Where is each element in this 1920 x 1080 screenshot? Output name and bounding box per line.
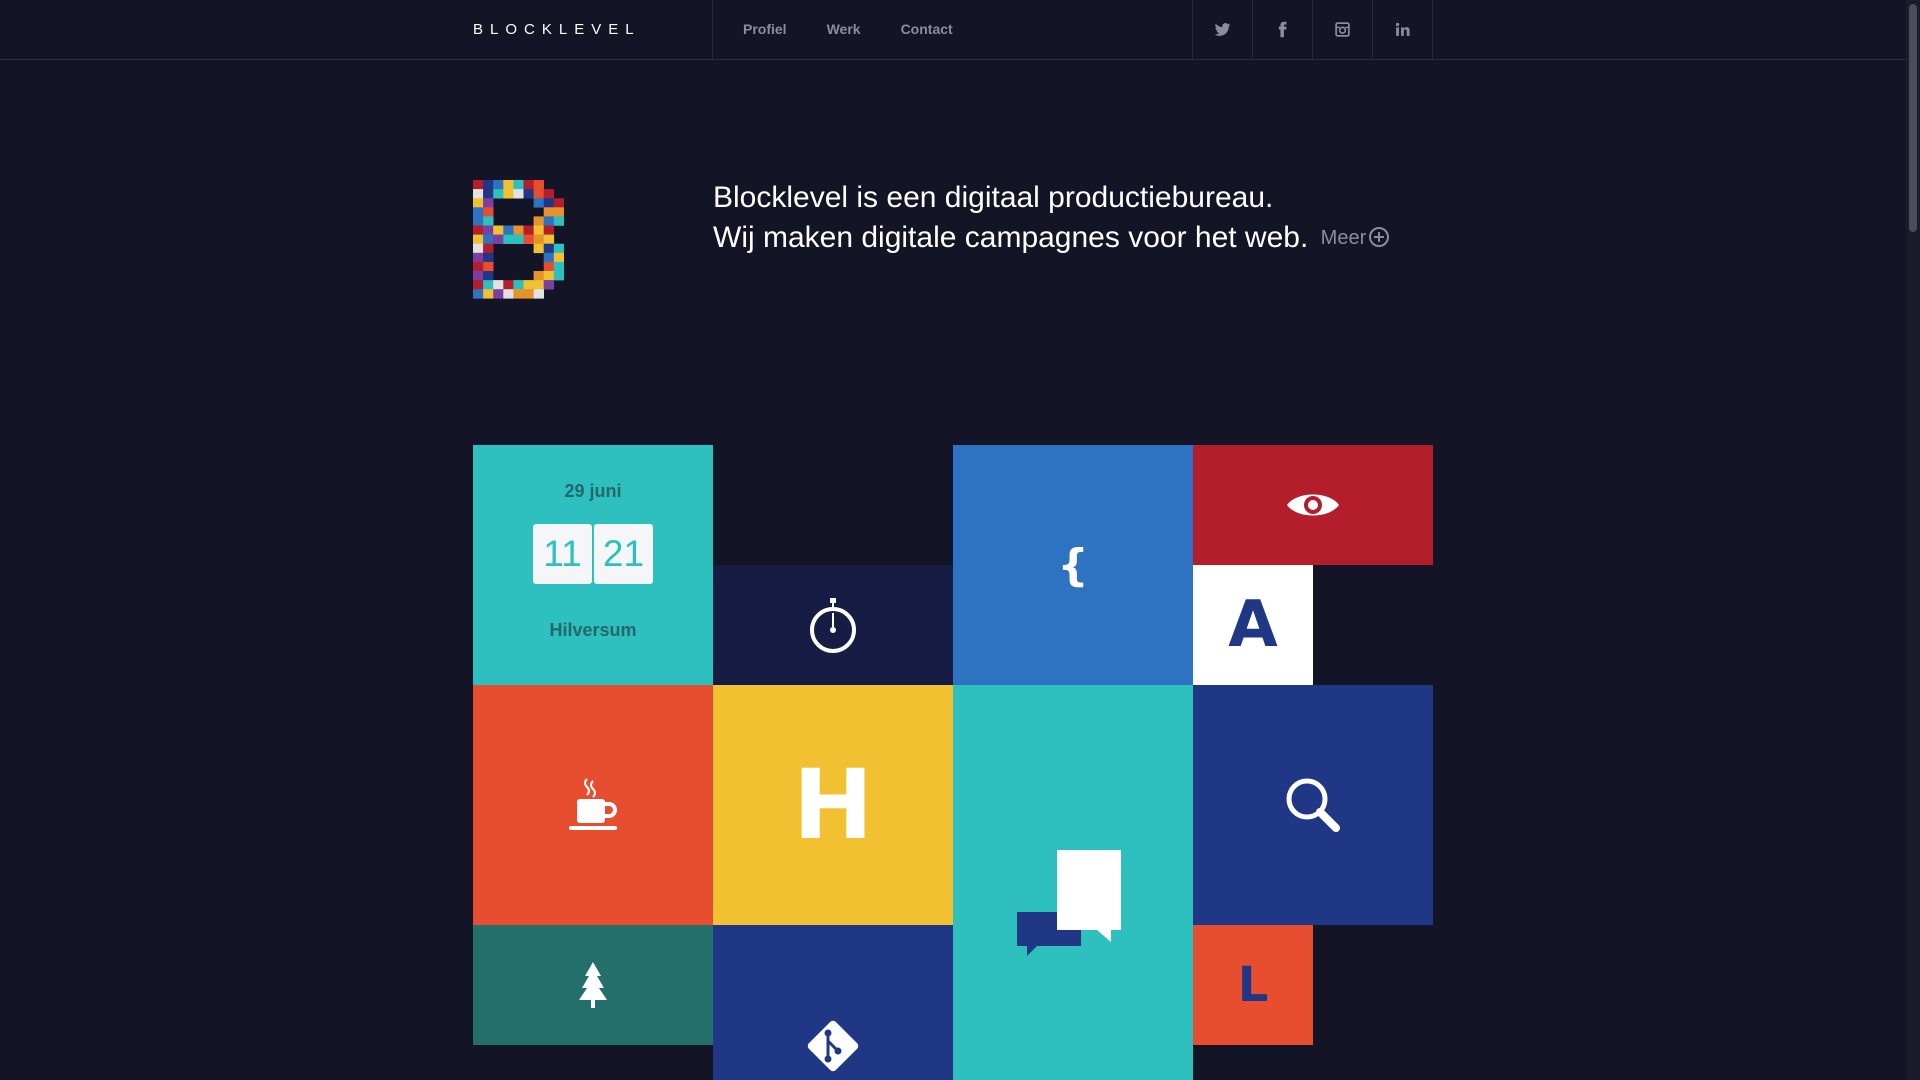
divider: [712, 0, 713, 59]
chat-tile[interactable]: [953, 685, 1193, 1080]
search-icon: [1286, 778, 1340, 832]
pixel-b-logo: [473, 180, 565, 299]
clock-city: Hilversum: [549, 620, 637, 640]
intro-text: Blocklevel is een digitaal productiebure…: [713, 178, 1433, 259]
letter-h-tile[interactable]: H: [713, 685, 953, 925]
intro-line-2: Wij maken digitale campagnes voor het we…: [713, 218, 1433, 259]
pine-tree-icon: [579, 962, 607, 1008]
git-icon: [807, 1020, 859, 1072]
facebook-icon[interactable]: [1253, 0, 1313, 59]
coffee-cup-icon: [569, 778, 617, 830]
intro-line-1: Blocklevel is een digitaal productiebure…: [713, 181, 1274, 214]
eye-tile[interactable]: [1193, 445, 1433, 565]
letter-h: H: [792, 749, 874, 861]
nav-link-werk[interactable]: Werk: [827, 0, 861, 59]
stopwatch-tile[interactable]: [713, 565, 953, 685]
eye-icon: [1287, 494, 1339, 516]
coffee-tile[interactable]: [473, 685, 713, 925]
plus-circle-icon: [1369, 226, 1390, 247]
clock-date: 29 juni: [564, 481, 622, 501]
chat-bubbles-icon: [1017, 850, 1121, 956]
social-links: [1192, 0, 1433, 59]
clock-tile: 29 juni 11 21 Hilversum: [473, 445, 713, 685]
more-label: Meer: [1320, 227, 1367, 250]
tree-tile[interactable]: [473, 925, 713, 1045]
letter-l: L: [1237, 957, 1269, 1013]
stopwatch-icon: [810, 598, 856, 653]
top-navigation-bar: BLOCKLEVEL Profiel Werk Contact: [0, 0, 1906, 60]
clock-minutes: 21: [594, 524, 653, 584]
nav-link-contact[interactable]: Contact: [901, 0, 953, 59]
flip-clock: 11 21: [533, 524, 653, 584]
scrollbar[interactable]: [1906, 0, 1920, 1080]
intro-line-2-text: Wij maken digitale campagnes voor het we…: [713, 221, 1309, 254]
git-tile[interactable]: [713, 925, 953, 1080]
scrollbar-thumb[interactable]: [1909, 4, 1917, 232]
search-tile[interactable]: [1193, 685, 1433, 925]
brand-logo-text[interactable]: BLOCKLEVEL: [473, 0, 641, 59]
letter-a-tile[interactable]: A: [1193, 565, 1313, 685]
clock-hours: 11: [533, 524, 592, 584]
letter-l-tile[interactable]: L: [1193, 925, 1313, 1045]
twitter-icon[interactable]: [1192, 0, 1253, 59]
instagram-icon[interactable]: [1313, 0, 1373, 59]
brace-symbol: {: [1057, 539, 1089, 591]
nav-link-profiel[interactable]: Profiel: [743, 0, 787, 59]
linkedin-icon[interactable]: [1373, 0, 1433, 59]
main-nav: Profiel Werk Contact: [743, 0, 993, 59]
code-brace-tile[interactable]: {: [953, 445, 1193, 685]
letter-a: A: [1228, 588, 1278, 662]
more-link[interactable]: Meer: [1320, 226, 1390, 250]
